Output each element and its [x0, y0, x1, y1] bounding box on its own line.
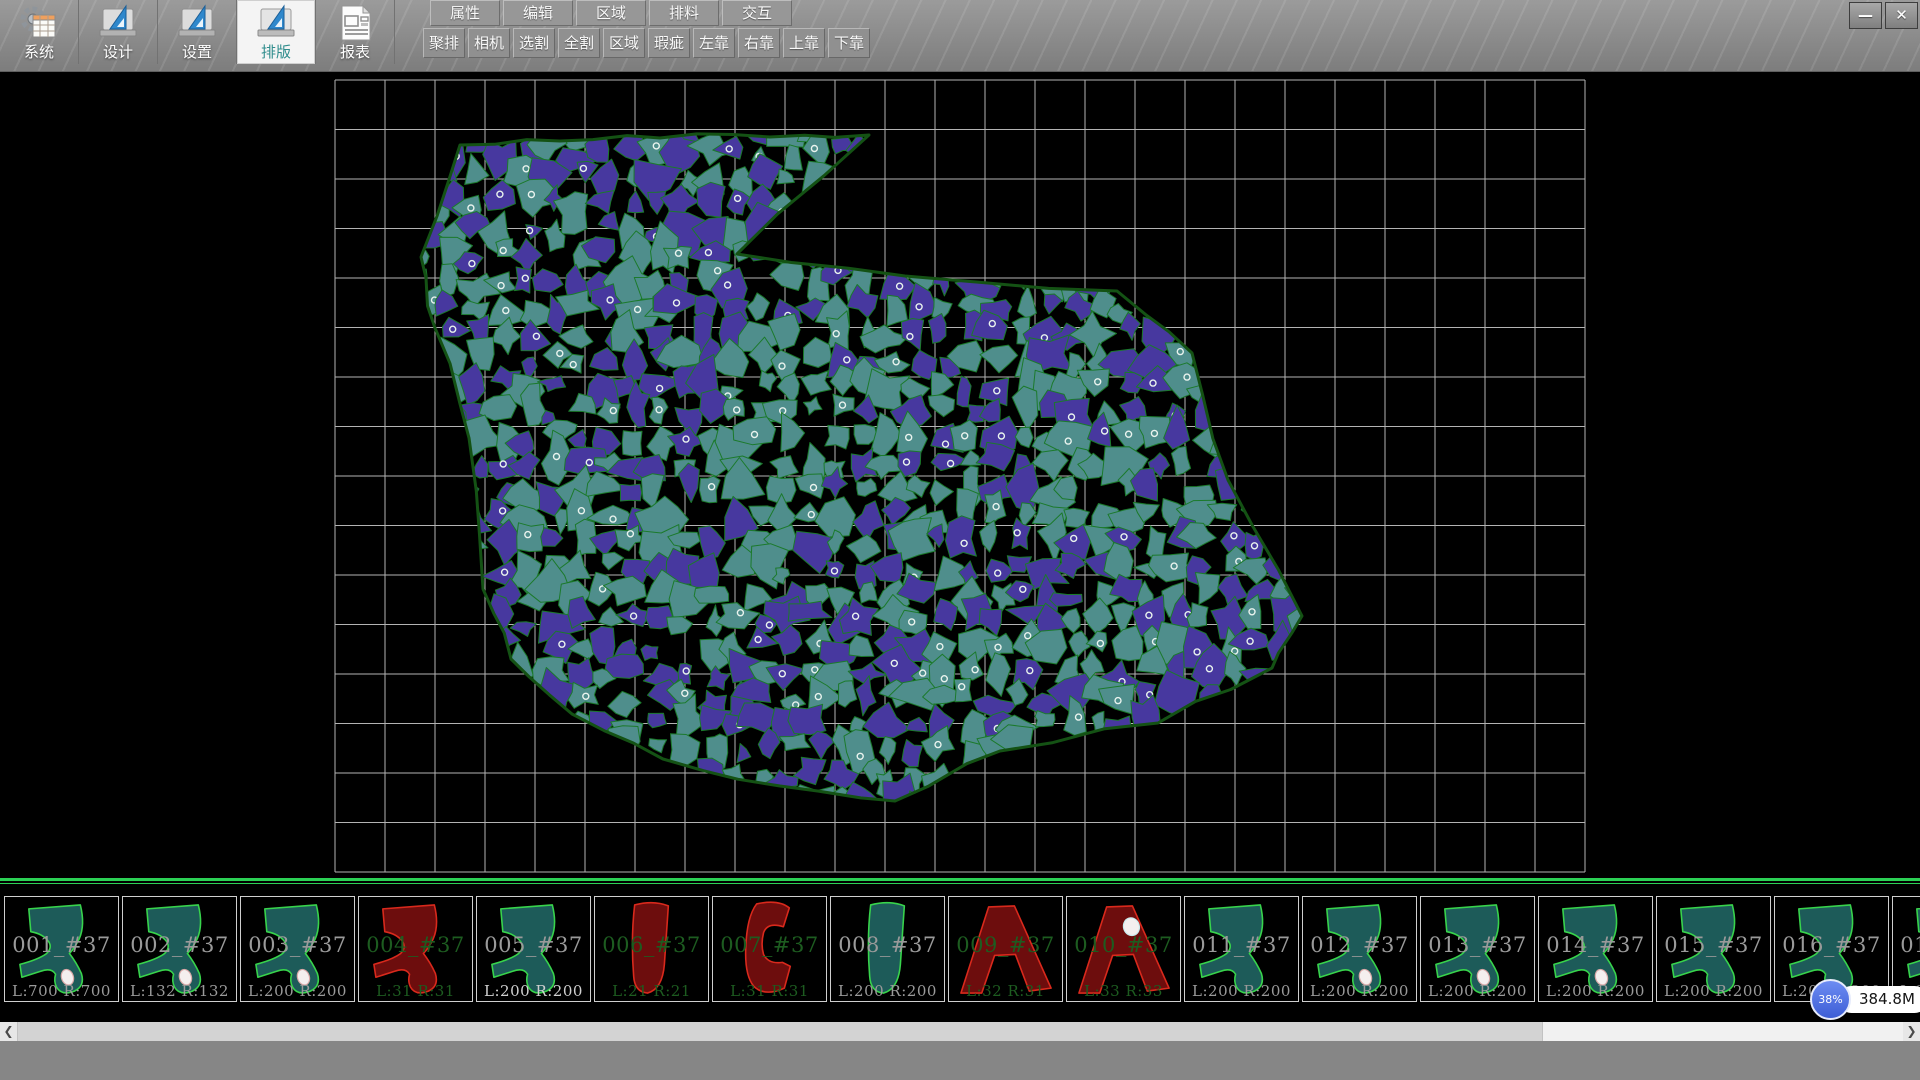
nesting-app-window: 系统 设计 设置 — [0, 0, 1920, 1080]
nav-button-design[interactable]: 设计 — [79, 0, 158, 64]
menu-tab-region[interactable]: 区域 — [576, 0, 646, 26]
nav-button-system[interactable]: 系统 — [0, 0, 79, 64]
tool-cluster-nest[interactable]: 聚排 — [423, 28, 465, 58]
layout-ruler-icon — [256, 3, 296, 43]
part-name-label: 009_#37 — [949, 933, 1062, 957]
part-thumbnail[interactable]: 005_#37 L:200 R:200 — [476, 896, 591, 1002]
part-name-label: 011_#37 — [1185, 933, 1298, 957]
part-lr-count-label: L:200 R:200 — [1539, 982, 1652, 1000]
nesting-canvas-svg — [0, 72, 1920, 878]
menu-tab-nesting[interactable]: 排料 — [649, 0, 719, 26]
part-thumbnail[interactable]: 011_#37 L:200 R:200 — [1184, 896, 1299, 1002]
part-name-label: 013_#37 — [1421, 933, 1534, 957]
nav-label: 报表 — [316, 43, 394, 61]
part-lr-count-label: L:200 R:200 — [1185, 982, 1298, 1000]
part-thumbnail[interactable]: 006_#37 L:21 R:21 — [594, 896, 709, 1002]
part-lr-count-label: L:132 R:132 — [123, 982, 236, 1000]
menu-tab-row: 属性 编辑 区域 排料 交互 — [430, 0, 792, 27]
part-name-label: 005_#37 — [477, 933, 590, 957]
tool-align-left[interactable]: 左靠 — [693, 28, 735, 58]
status-bar — [0, 1041, 1920, 1080]
part-thumbnail[interactable]: 010_#37 L:33 R:33 — [1066, 896, 1181, 1002]
tool-region[interactable]: 区域 — [603, 28, 645, 58]
main-nav-toolbar: 系统 设计 设置 — [0, 0, 395, 64]
report-document-icon — [335, 3, 375, 43]
design-ruler-icon — [98, 3, 138, 43]
part-lr-count-label: L:200 R:200 — [1421, 982, 1534, 1000]
part-lr-count-label: L:31 R:31 — [359, 982, 472, 1000]
part-name-label: 014_#37 — [1539, 933, 1652, 957]
horizontal-scrollbar[interactable]: ❮ ❯ — [0, 1022, 1920, 1041]
part-name-label: 007_#37 — [713, 933, 826, 957]
nav-label: 设置 — [158, 43, 236, 61]
nav-button-report[interactable]: 报表 — [316, 0, 395, 64]
part-name-label: 017_#37 — [1893, 933, 1920, 957]
part-name-label: 006_#37 — [595, 933, 708, 957]
part-name-label: 010_#37 — [1067, 933, 1180, 957]
part-name-label: 008_#37 — [831, 933, 944, 957]
part-thumbnail[interactable]: 014_#37 L:200 R:200 — [1538, 896, 1653, 1002]
scroll-left-arrow-icon[interactable]: ❮ — [0, 1022, 17, 1041]
part-thumbnail[interactable]: 001_#37 L:700 R:700 — [4, 896, 119, 1002]
tool-camera[interactable]: 相机 — [468, 28, 510, 58]
nav-label: 排版 — [237, 43, 315, 61]
strip-accent-line — [0, 883, 1920, 884]
nav-button-settings[interactable]: 设置 — [158, 0, 237, 64]
part-name-label: 003_#37 — [241, 933, 354, 957]
tool-align-top[interactable]: 上靠 — [783, 28, 825, 58]
menu-tab-properties[interactable]: 属性 — [430, 0, 500, 26]
part-thumbnail[interactable]: 013_#37 L:200 R:200 — [1420, 896, 1535, 1002]
part-thumbnail[interactable]: 012_#37 L:200 R:200 — [1302, 896, 1417, 1002]
part-lr-count-label: L:200 R:200 — [831, 982, 944, 1000]
menu-tab-interaction[interactable]: 交互 — [722, 0, 792, 26]
part-lr-count-label: L:200 R:200 — [477, 982, 590, 1000]
part-name-label: 016_#37 — [1775, 933, 1888, 957]
nav-label: 系统 — [0, 43, 78, 61]
tool-cut-all[interactable]: 全割 — [558, 28, 600, 58]
part-thumbnail[interactable]: 015_#37 L:200 R:200 — [1656, 896, 1771, 1002]
nesting-canvas[interactable] — [0, 72, 1920, 878]
tool-defect[interactable]: 瑕疵 — [648, 28, 690, 58]
part-thumbnail[interactable]: 007_#37 L:31 R:31 — [712, 896, 827, 1002]
part-name-label: 015_#37 — [1657, 933, 1770, 957]
tool-align-bottom[interactable]: 下靠 — [828, 28, 870, 58]
part-lr-count-label: L:700 R:700 — [5, 982, 118, 1000]
tool-button-row: 聚排 相机 选割 全割 区域 瑕疵 左靠 右靠 上靠 下靠 — [423, 28, 870, 59]
part-name-label: 004_#37 — [359, 933, 472, 957]
memory-usage-badge[interactable]: 38% 384.8M — [1810, 979, 1920, 1020]
parts-thumbnail-strip: 001_#37L:700 R:700002_#37L:132 R:132003_… — [0, 878, 1920, 1003]
menu-tab-edit[interactable]: 编辑 — [503, 0, 573, 26]
part-name-label: 001_#37 — [5, 933, 118, 957]
part-thumbnail[interactable]: 004_#37 L:31 R:31 — [358, 896, 473, 1002]
part-name-label: 002_#37 — [123, 933, 236, 957]
close-button[interactable]: ✕ — [1885, 2, 1918, 29]
part-thumbnail[interactable]: 009_#37 L:32 R:31 — [948, 896, 1063, 1002]
scrollbar-thumb[interactable] — [17, 1022, 1543, 1041]
part-lr-count-label: L:31 R:31 — [713, 982, 826, 1000]
part-thumbnail[interactable]: 002_#37 L:132 R:132 — [122, 896, 237, 1002]
nav-label: 设计 — [79, 43, 157, 61]
part-lr-count-label: L:32 R:31 — [949, 982, 1062, 1000]
system-gear-icon — [19, 3, 59, 43]
settings-ruler-icon — [177, 3, 217, 43]
memory-percent-circle[interactable]: 38% — [1810, 979, 1851, 1020]
scroll-right-arrow-icon[interactable]: ❯ — [1903, 1022, 1920, 1041]
part-lr-count-label: L:200 R:200 — [1303, 982, 1416, 1000]
part-lr-count-label: L:21 R:21 — [595, 982, 708, 1000]
part-name-label: 012_#37 — [1303, 933, 1416, 957]
tool-select-cut[interactable]: 选割 — [513, 28, 555, 58]
nav-button-layout-active[interactable]: 排版 — [237, 0, 316, 64]
part-lr-count-label: L:33 R:33 — [1067, 982, 1180, 1000]
part-thumbnail[interactable]: 008_#37 L:200 R:200 — [830, 896, 945, 1002]
part-lr-count-label: L:200 R:200 — [1657, 982, 1770, 1000]
titlebar: 系统 设计 设置 — [0, 0, 1920, 72]
window-controls: — ✕ — [1849, 2, 1918, 29]
tool-align-right[interactable]: 右靠 — [738, 28, 780, 58]
part-lr-count-label: L:200 R:200 — [241, 982, 354, 1000]
part-thumbnail[interactable]: 003_#37 L:200 R:200 — [240, 896, 355, 1002]
minimize-button[interactable]: — — [1849, 2, 1882, 29]
